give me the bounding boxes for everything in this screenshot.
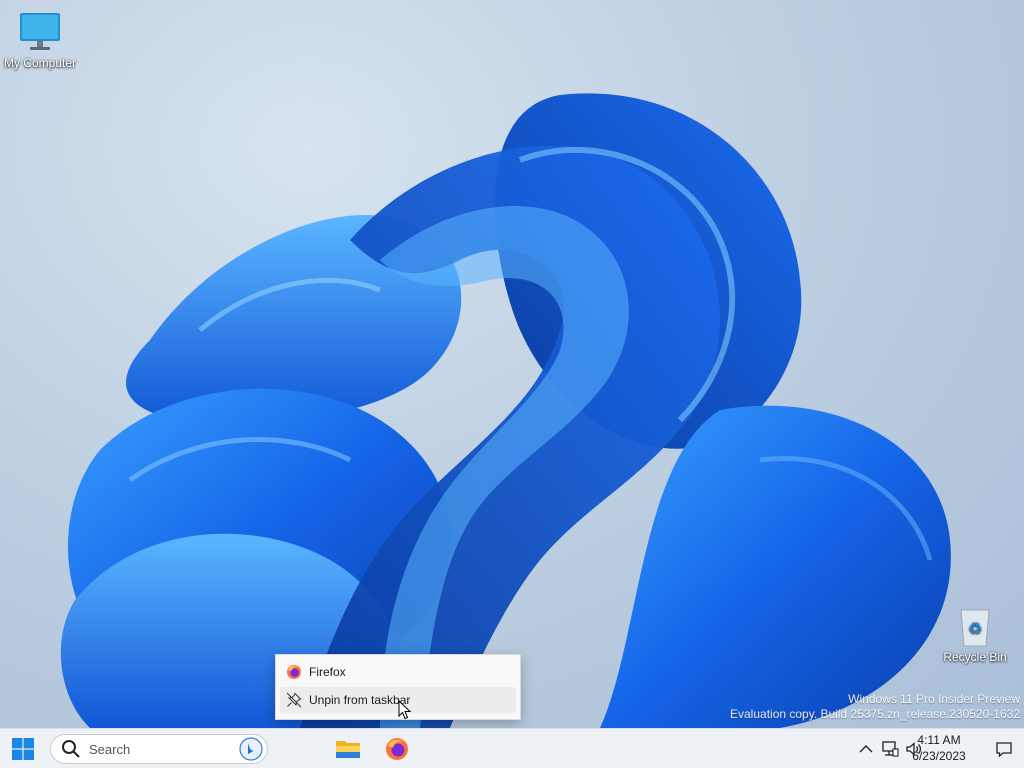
start-button[interactable]	[7, 733, 39, 765]
notification-center-button[interactable]	[994, 739, 1014, 759]
desktop: My Computer ♻ Recycle Bin Windows 11 Pro…	[0, 0, 1024, 728]
svg-text:♻: ♻	[968, 619, 982, 638]
desktop-icon-label: Recycle Bin	[943, 650, 1007, 664]
search-placeholder: Search	[89, 741, 131, 757]
taskbar-app-file-explorer[interactable]	[332, 733, 364, 765]
taskbar-clock[interactable]: 4:11 AM 6/23/2023	[904, 732, 974, 764]
show-hidden-icons-button[interactable]	[856, 739, 876, 759]
desktop-icon-my-computer[interactable]: My Computer	[0, 10, 80, 70]
recycle-bin-icon: ♻	[953, 604, 997, 648]
watermark-line-2: Evaluation copy. Build 25375.zn_release.…	[730, 707, 1020, 721]
firefox-icon	[386, 738, 408, 760]
chevron-up-icon	[859, 745, 873, 753]
monitor-icon	[18, 10, 62, 54]
notification-icon	[996, 742, 1012, 758]
bing-chat-icon[interactable]	[239, 737, 263, 761]
mouse-cursor-icon	[398, 700, 412, 720]
menu-item-label: Firefox	[309, 665, 346, 679]
taskbar: Search 4:11 AM 6/23/2023	[0, 728, 1024, 768]
watermark-line-1: Windows 11 Pro Insider Preview	[848, 692, 1020, 706]
taskbar-app-firefox[interactable]	[381, 733, 413, 765]
menu-item-firefox[interactable]: Firefox	[280, 659, 516, 685]
taskbar-search-box[interactable]: Search	[50, 734, 268, 764]
desktop-icon-label: My Computer	[3, 56, 77, 70]
system-tray: 4:11 AM 6/23/2023	[824, 729, 1024, 769]
network-status-button[interactable]	[880, 739, 900, 759]
desktop-icon-recycle-bin[interactable]: ♻ Recycle Bin	[935, 604, 1015, 664]
wallpaper-bloom	[60, 93, 951, 728]
file-explorer-icon	[336, 741, 360, 758]
unpin-icon	[286, 692, 302, 708]
clock-date: 6/23/2023	[912, 749, 966, 763]
windows-start-icon	[12, 738, 34, 760]
clock-time: 4:11 AM	[917, 733, 961, 747]
firefox-icon	[286, 664, 302, 680]
search-icon	[62, 740, 80, 758]
evaluation-watermark: Windows 11 Pro Insider Preview Evaluatio…	[730, 692, 1020, 722]
menu-item-label: Unpin from taskbar	[309, 693, 411, 707]
network-icon	[882, 741, 899, 757]
